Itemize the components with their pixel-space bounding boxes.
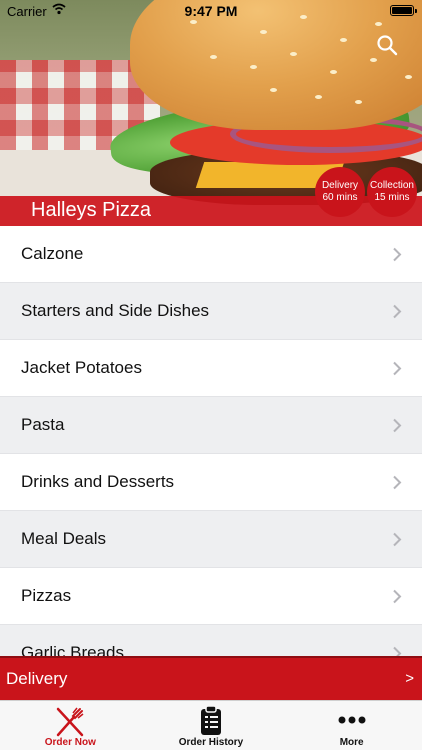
delivery-mode-bar[interactable]: Delivery > — [0, 656, 422, 700]
tab-label: More — [339, 737, 364, 748]
category-label: Drinks and Desserts — [21, 472, 175, 491]
restaurant-name: Halleys Pizza — [31, 199, 152, 221]
clipboard-icon — [201, 705, 221, 735]
delivery-arrow-icon: > — [405, 670, 414, 687]
category-label: Pizzas — [21, 586, 72, 605]
category-row-jacket-potatoes[interactable]: Jacket Potatoes — [0, 340, 422, 397]
category-label: Calzone — [21, 244, 84, 263]
fork-knife-icon — [57, 707, 84, 737]
search-icon[interactable] — [376, 34, 398, 56]
category-row-pasta[interactable]: Pasta — [0, 397, 422, 454]
chevron-right-icon — [393, 589, 402, 604]
category-row-drinks-desserts[interactable]: Drinks and Desserts — [0, 454, 422, 511]
category-list: Calzone Starters and Side Dishes Jacket … — [0, 226, 422, 656]
collection-badge-label: Collection — [370, 180, 414, 191]
chevron-right-icon — [393, 646, 402, 656]
chevron-right-icon — [393, 361, 402, 376]
clock-label: 9:47 PM — [184, 3, 238, 19]
category-row-garlic-breads[interactable]: Garlic Breads — [0, 625, 422, 656]
collection-time-badge: Collection 15 mins — [367, 167, 417, 217]
chevron-right-icon — [393, 247, 402, 262]
bottom-tab-bar: Order Now Order History More — [0, 700, 422, 750]
chevron-right-icon — [393, 418, 402, 433]
status-bar: Carrier 9:47 PM — [0, 0, 422, 22]
category-row-meal-deals[interactable]: Meal Deals — [0, 511, 422, 568]
chevron-right-icon — [393, 475, 402, 490]
more-dots-icon — [338, 716, 366, 724]
tab-order-now[interactable]: Order Now — [0, 701, 141, 750]
collection-badge-time: 15 mins — [374, 192, 410, 203]
tab-label: Order History — [178, 737, 244, 748]
tab-order-history[interactable]: Order History — [141, 701, 282, 750]
tab-label: Order Now — [44, 737, 96, 748]
battery-icon — [390, 5, 417, 16]
category-label: Jacket Potatoes — [21, 358, 142, 377]
category-label: Garlic Breads — [21, 643, 124, 656]
tab-more[interactable]: More — [281, 701, 422, 750]
category-label: Starters and Side Dishes — [21, 301, 210, 320]
delivery-mode-label: Delivery — [6, 669, 68, 688]
category-row-starters[interactable]: Starters and Side Dishes — [0, 283, 422, 340]
category-row-pizzas[interactable]: Pizzas — [0, 568, 422, 625]
delivery-badge-time: 60 mins — [322, 192, 358, 203]
delivery-badge-label: Delivery — [321, 180, 359, 191]
category-label: Pasta — [21, 415, 65, 434]
category-label: Meal Deals — [21, 529, 107, 548]
chevron-right-icon — [393, 304, 402, 319]
category-row-calzone[interactable]: Calzone — [0, 226, 422, 283]
delivery-time-badge: Delivery 60 mins — [315, 167, 365, 217]
chevron-right-icon — [393, 532, 402, 547]
